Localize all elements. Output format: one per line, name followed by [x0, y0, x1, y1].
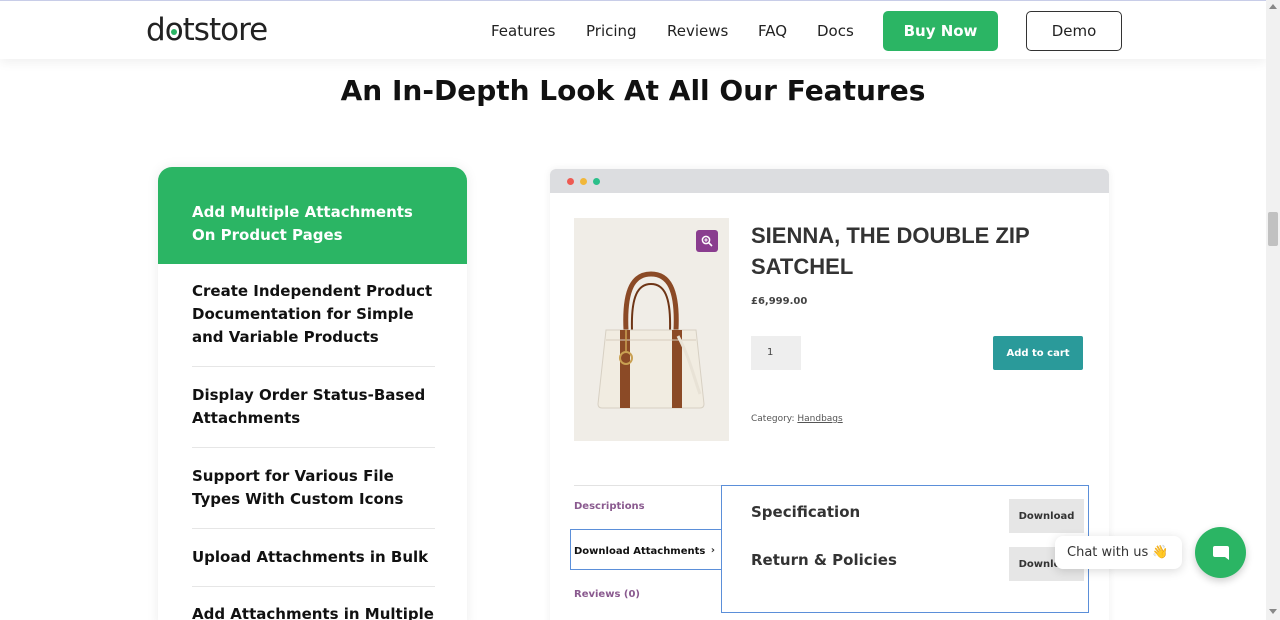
nav-docs[interactable]: Docs	[817, 21, 854, 41]
category-label: Category:	[751, 414, 795, 424]
tab-descriptions[interactable]: Descriptions	[574, 501, 645, 512]
site-header: dotstore Features Pricing Reviews FAQ Do…	[0, 0, 1266, 59]
divider	[574, 485, 722, 486]
add-to-cart-button[interactable]: Add to cart	[993, 336, 1083, 370]
nav-pricing[interactable]: Pricing	[586, 21, 637, 41]
feature-list: Add Multiple Attachments On Product Page…	[158, 167, 467, 620]
attachment-label: Return & Policies	[751, 551, 897, 569]
window-minimize-dot-icon	[580, 178, 587, 185]
dotstore-logo[interactable]: dotstore	[146, 12, 268, 48]
nav-reviews[interactable]: Reviews	[667, 21, 728, 41]
feature-item[interactable]: Add Attachments in Multiple	[192, 603, 435, 620]
window-maximize-dot-icon	[593, 178, 600, 185]
feature-item[interactable]: Display Order Status-Based Attachments	[192, 384, 435, 430]
divider	[192, 528, 435, 529]
magnifier-plus-icon[interactable]	[696, 230, 718, 252]
divider	[192, 586, 435, 587]
chat-bubble[interactable]: Chat with us 👋	[1055, 536, 1182, 569]
chevron-right-icon: ›	[710, 545, 715, 556]
tab-reviews[interactable]: Reviews (0)	[574, 589, 640, 600]
product-price: £6,999.00	[751, 296, 808, 307]
category-link[interactable]: Handbags	[797, 414, 842, 424]
demo-button[interactable]: Demo	[1026, 11, 1122, 51]
product-page-mockup: SIENNA, THE DOUBLE ZIP SATCHEL £6,999.00…	[550, 169, 1109, 620]
divider	[192, 366, 435, 367]
window-close-dot-icon	[567, 178, 574, 185]
tab-download-attachments-label: Download Attachments	[574, 546, 706, 557]
tab-download-attachments[interactable]: Download Attachments ›	[570, 529, 722, 570]
divider	[192, 447, 435, 448]
section-title: An In-Depth Look At All Our Features	[340, 74, 926, 107]
buy-now-button[interactable]: Buy Now	[883, 11, 998, 51]
download-button[interactable]: Download	[1009, 499, 1084, 533]
feature-item-active[interactable]: Add Multiple Attachments On Product Page…	[158, 167, 467, 264]
product-category: Category: Handbags	[751, 414, 843, 424]
feature-item[interactable]: Create Independent Product Documentation…	[192, 280, 435, 349]
nav-faq[interactable]: FAQ	[758, 21, 787, 41]
feature-item[interactable]: Support for Various File Types With Cust…	[192, 465, 435, 511]
feature-item[interactable]: Upload Attachments in Bulk	[192, 546, 435, 569]
scroll-up-arrow-icon[interactable]	[1269, 4, 1277, 9]
chat-icon[interactable]	[1195, 527, 1246, 578]
quantity-input[interactable]: 1	[751, 336, 801, 370]
page-scrollbar[interactable]	[1266, 0, 1280, 620]
scrollbar-thumb[interactable]	[1268, 212, 1278, 246]
scroll-down-arrow-icon[interactable]	[1269, 609, 1277, 614]
attachment-label: Specification	[751, 503, 861, 521]
browser-bar	[550, 169, 1109, 193]
download-attachments-panel: Specification Download Return & Policies…	[721, 485, 1089, 613]
nav-features[interactable]: Features	[491, 21, 556, 41]
product-title: SIENNA, THE DOUBLE ZIP SATCHEL	[751, 223, 1030, 279]
